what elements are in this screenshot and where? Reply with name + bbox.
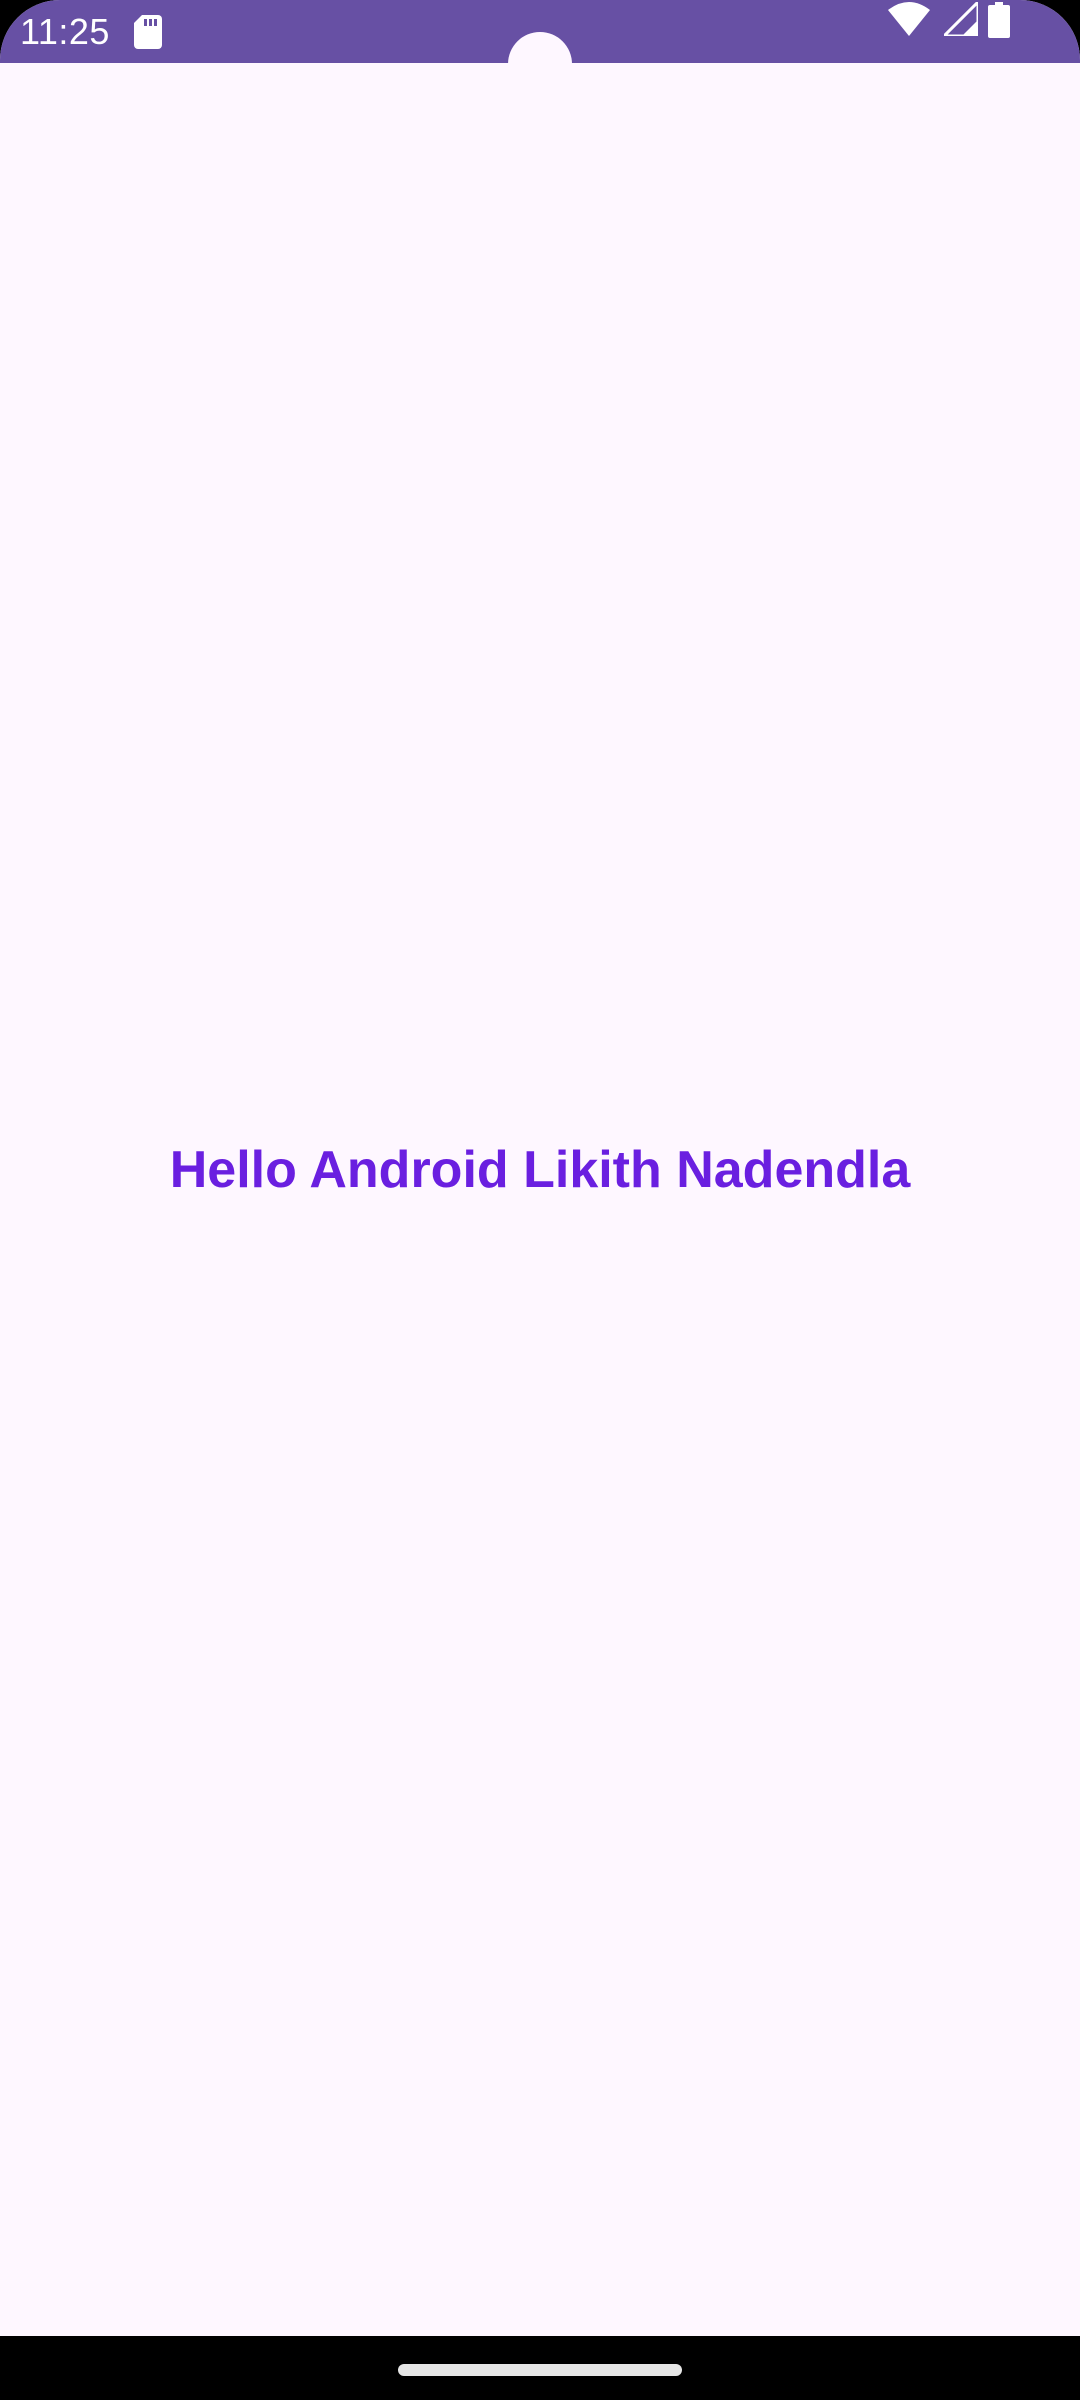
app-screen: 11:25 Hello Android Likith Nadendla <box>0 0 1080 2400</box>
home-gesture-handle[interactable] <box>398 2364 682 2376</box>
status-time: 11:25 <box>20 11 110 52</box>
camera-cutout <box>508 32 572 96</box>
cell-signal-icon <box>940 0 980 38</box>
greeting-text: Hello Android Likith Nadendla <box>169 1141 911 1199</box>
wifi-icon <box>888 2 930 36</box>
sd-card-icon <box>134 15 162 49</box>
battery-icon <box>988 2 1010 38</box>
navigation-bar <box>0 2336 1080 2400</box>
